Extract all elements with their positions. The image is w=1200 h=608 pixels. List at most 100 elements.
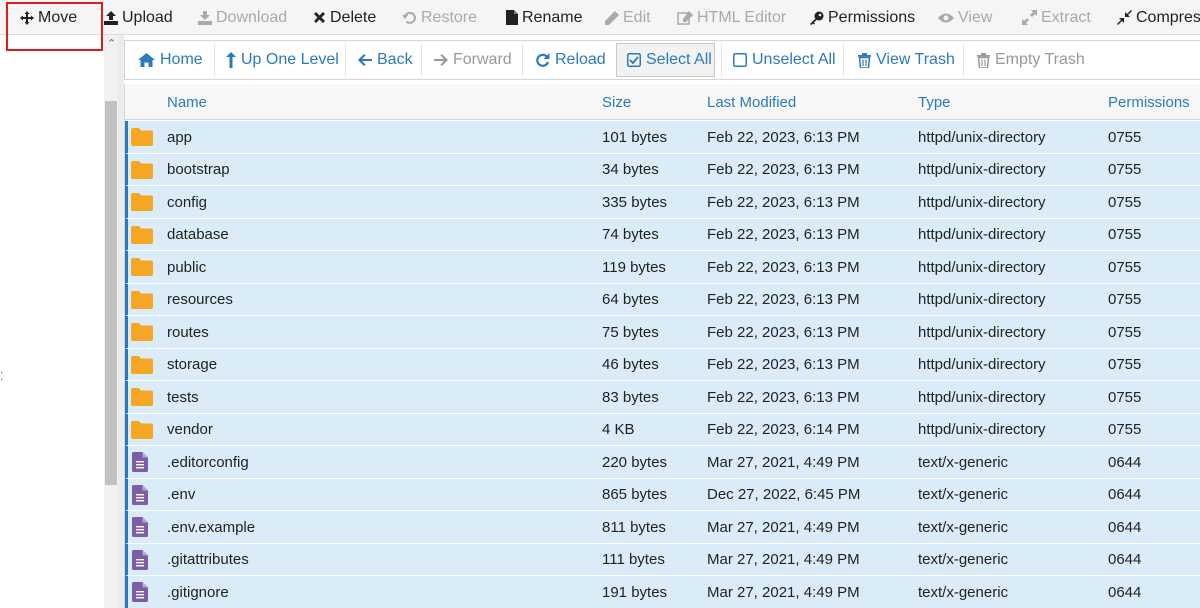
cell-permissions: 0644 — [1108, 486, 1142, 503]
checkbox-checked-icon — [627, 53, 641, 67]
cell-last-modified: Feb 22, 2023, 6:13 PM — [707, 128, 860, 146]
table-row[interactable]: storage 46 bytes Feb 22, 2023, 6:13 PM http… — [125, 348, 1200, 381]
unselect-all-button[interactable]: Unselect All — [733, 41, 836, 79]
rename-icon — [506, 10, 518, 25]
cell-permissions: 0644 — [1108, 453, 1142, 471]
edit-button[interactable]: Edit — [605, 0, 651, 34]
home-button[interactable]: Home — [138, 41, 203, 79]
pane-resize-grip[interactable]: ⁚ — [0, 370, 4, 383]
scroll-up-arrow-icon[interactable]: ⌃ — [107, 37, 116, 50]
folder-tree-scrollbar[interactable]: ⌃ — [104, 35, 118, 608]
scrollbar-thumb[interactable] — [105, 101, 117, 485]
table-row[interactable]: routes 75 bytes Feb 22, 2023, 6:13 PM httpd… — [125, 316, 1200, 349]
cell-last-modified: Mar 27, 2021, 4:49 PM — [707, 518, 860, 536]
edit-label: Edit — [623, 8, 651, 26]
cell-last-modified: Feb 22, 2023, 6:13 PM — [707, 258, 860, 276]
table-row[interactable]: public 119 bytes Feb 22, 2023, 6:13 PM http… — [125, 251, 1200, 284]
reload-label: Reload — [555, 51, 606, 68]
upload-button[interactable]: Upload — [104, 0, 173, 34]
navigation-bar: Home Up One Level Back Forward Reload Se… — [124, 40, 1200, 80]
extract-button[interactable]: Extract — [1022, 0, 1091, 34]
table-row[interactable]: database 74 bytes Feb 22, 2023, 6:13 PM htt… — [125, 218, 1200, 251]
table-row[interactable]: vendor 4 KB Feb 22, 2023, 6:14 PM httpd/uni… — [125, 413, 1200, 446]
table-row[interactable]: .env 865 bytes Dec 27, 2022, 6:45 PM text/x… — [125, 478, 1200, 511]
back-label: Back — [377, 51, 413, 68]
column-header-last-modified[interactable]: Last Modified — [707, 84, 796, 120]
compress-button[interactable]: Compress — [1117, 0, 1200, 34]
cell-name[interactable]: .env — [167, 479, 195, 511]
extract-label: Extract — [1041, 8, 1091, 26]
delete-label: Delete — [330, 8, 377, 26]
cell-size: 220 bytes — [602, 453, 668, 471]
cell-name[interactable]: app — [167, 121, 192, 153]
column-header-permissions[interactable]: Permissions — [1108, 84, 1190, 120]
file-table: Name Size Last Modified Type Permissions… — [124, 84, 1200, 608]
cell-name[interactable]: vendor — [167, 414, 213, 446]
cell-name[interactable]: routes — [167, 316, 209, 348]
cell-size: 191 bytes — [602, 583, 668, 601]
cell-name[interactable]: tests — [167, 381, 199, 413]
column-header-size[interactable]: Size — [602, 84, 631, 120]
cell-type: text/x-generic — [918, 551, 1009, 568]
nav-separator — [421, 44, 422, 76]
cell-name[interactable]: public — [167, 251, 206, 283]
cell-permissions: 0755 — [1108, 161, 1142, 178]
cell-permissions: 0755 — [1108, 323, 1142, 341]
permissions-button[interactable]: Permissions — [809, 0, 915, 34]
edit-icon — [605, 10, 619, 25]
cell-name[interactable]: bootstrap — [167, 154, 230, 186]
cell-last-modified: Mar 27, 2021, 4:49 PM — [707, 583, 860, 601]
cell-name[interactable]: .gitattributes — [167, 544, 249, 576]
column-header-name[interactable]: Name — [167, 84, 207, 120]
up-one-level-button[interactable]: Up One Level — [226, 41, 339, 79]
nav-separator — [522, 44, 523, 76]
file-icon — [132, 549, 148, 574]
rename-button[interactable]: Rename — [506, 0, 582, 34]
view-button[interactable]: View — [938, 0, 992, 34]
move-button[interactable]: Move — [20, 0, 77, 34]
forward-button[interactable]: Forward — [434, 41, 512, 79]
cell-name[interactable]: .gitignore — [167, 576, 229, 608]
table-row[interactable]: bootstrap 34 bytes Feb 22, 2023, 6:13 PM ht… — [125, 153, 1200, 186]
cell-permissions: 0755 — [1108, 388, 1142, 406]
file-icon — [132, 582, 148, 606]
cell-name[interactable]: .env.example — [167, 511, 255, 543]
home-icon — [138, 53, 155, 67]
empty-trash-button[interactable]: Empty Trash — [977, 41, 1085, 79]
back-button[interactable]: Back — [358, 41, 413, 79]
table-row[interactable]: tests 83 bytes Feb 22, 2023, 6:13 PM httpd/… — [125, 381, 1200, 414]
cell-permissions: 0644 — [1108, 518, 1142, 536]
cell-size: 64 bytes — [602, 291, 659, 308]
cell-type: httpd/unix-directory — [918, 161, 1046, 178]
view-icon — [938, 13, 954, 22]
cell-name[interactable]: resources — [167, 284, 233, 316]
restore-button[interactable]: Restore — [402, 0, 477, 34]
download-button[interactable]: Download — [198, 0, 287, 34]
table-row[interactable]: config 335 bytes Feb 22, 2023, 6:13 PM http… — [125, 186, 1200, 219]
cell-size: 46 bytes — [602, 356, 659, 373]
cell-size: 75 bytes — [602, 323, 659, 341]
reload-button[interactable]: Reload — [535, 41, 606, 79]
view-trash-button[interactable]: View Trash — [858, 41, 955, 79]
table-row[interactable]: .env.example 811 bytes Mar 27, 2021, 4:49 … — [125, 511, 1200, 544]
column-header-type[interactable]: Type — [918, 84, 951, 120]
delete-button[interactable]: Delete — [313, 0, 377, 34]
cell-last-modified: Feb 22, 2023, 6:13 PM — [707, 323, 860, 341]
cell-last-modified: Mar 27, 2021, 4:49 PM — [707, 551, 860, 568]
table-row[interactable]: .gitattributes 111 bytes Mar 27, 2021, 4:4… — [125, 543, 1200, 576]
cell-name[interactable]: config — [167, 186, 207, 218]
cell-name[interactable]: database — [167, 219, 229, 251]
table-row[interactable]: .editorconfig 220 bytes Mar 27, 2021, 4:49… — [125, 446, 1200, 479]
table-header: Name Size Last Modified Type Permissions — [125, 84, 1200, 120]
cell-name[interactable]: .editorconfig — [167, 446, 249, 478]
html-editor-button[interactable]: HTML Editor — [677, 0, 786, 34]
select-all-button[interactable]: Select All — [627, 41, 712, 79]
table-row[interactable]: app 101 bytes Feb 22, 2023, 6:13 PM httpd/u… — [125, 121, 1200, 154]
cell-size: 865 bytes — [602, 486, 668, 503]
cell-last-modified: Mar 27, 2021, 4:49 PM — [707, 453, 860, 471]
cell-name[interactable]: storage — [167, 349, 217, 381]
cell-size: 811 bytes — [602, 518, 666, 536]
table-row[interactable]: .gitignore 191 bytes Mar 27, 2021, 4:49 PM… — [125, 576, 1200, 608]
table-row[interactable]: resources 64 bytes Feb 22, 2023, 6:13 PM ht… — [125, 283, 1200, 316]
cell-type: text/x-generic — [918, 518, 1009, 536]
